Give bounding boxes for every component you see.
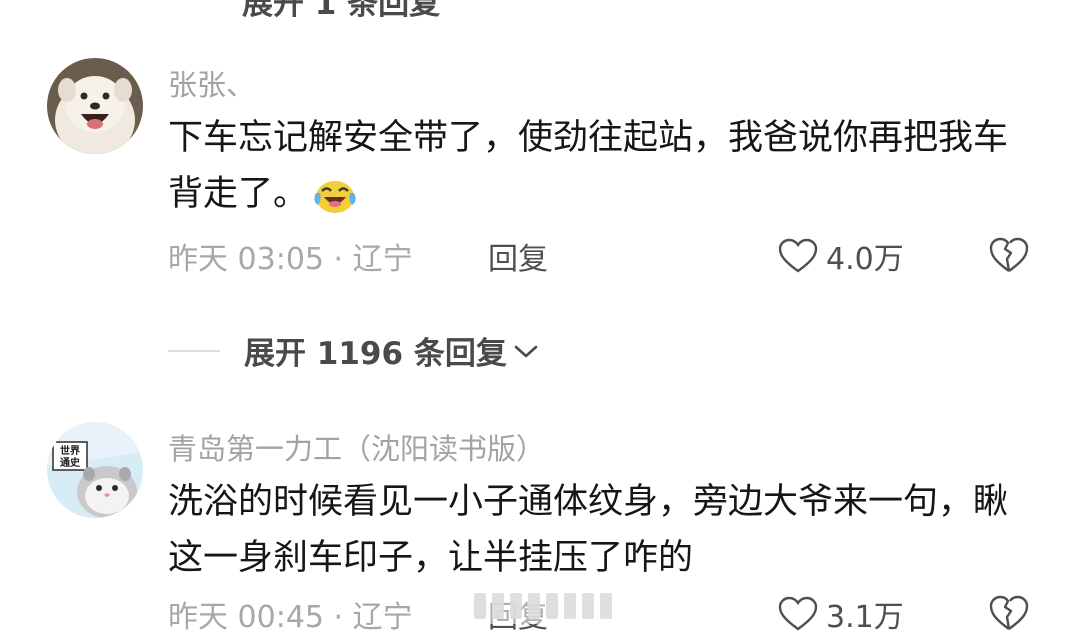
dislike-button[interactable] [988,594,1030,636]
comment-item: 世界 通史 青岛第一力工（沈阳读书版） 洗浴的时候看见一小子通体纹身，旁边大爷来… [0,0,1080,635]
watermark-bar [600,593,612,619]
comment-text: 洗浴的时候看见一小子通体纹身，旁边大爷来一句，瞅这一身刹车印子，让半挂压了咋的 [168,474,1018,586]
svg-text:世界: 世界 [60,444,80,457]
svg-text:通史: 通史 [60,456,81,469]
username[interactable]: 青岛第一力工（沈阳读书版） [168,426,545,468]
watermark-bar [528,593,540,619]
comment-meta: 昨天 00:45 · 辽宁 [168,600,413,635]
heart-icon [778,596,818,631]
watermark-bar [582,593,594,619]
watermark-bar [564,593,576,619]
broken-heart-icon [989,595,1029,630]
watermark-bar [546,593,558,619]
comment-text-body: 洗浴的时候看见一小子通体纹身，旁边大爷来一句，瞅这一身刹车印子，让半挂压了咋的 [168,482,1009,578]
avatar[interactable]: 世界 通史 [47,422,143,518]
watermark [448,588,638,624]
watermark-bar [492,593,504,619]
watermark-bar [474,593,486,619]
like-count: 3.1万 [826,600,904,635]
hamster-avatar-icon: 世界 通史 [47,422,143,518]
like-button[interactable]: 3.1万 [778,592,904,636]
watermark-bar [510,593,522,619]
